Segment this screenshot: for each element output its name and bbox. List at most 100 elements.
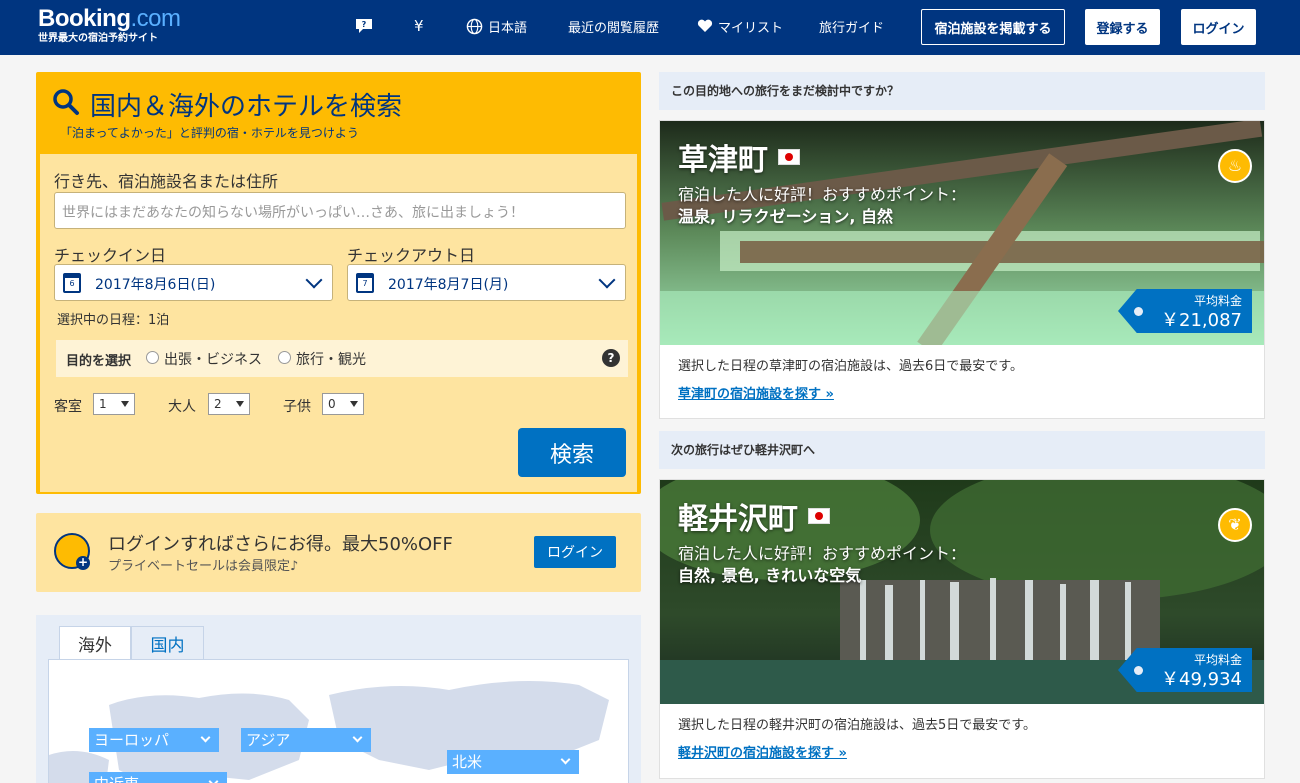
- chevron-down-icon: [352, 732, 363, 743]
- chevron-down-icon: [305, 271, 323, 289]
- region-europe[interactable]: ヨーロッパ: [89, 728, 219, 752]
- region-middle-east[interactable]: 中近東: [89, 772, 227, 783]
- purpose-business-radio[interactable]: [146, 351, 159, 364]
- card-recommend-points: 自然, 景色, きれいな空気: [678, 566, 862, 585]
- purpose-business-label[interactable]: 出張・ビジネス: [164, 349, 262, 369]
- price-value: ￥21,087: [1161, 310, 1242, 331]
- nights-summary: 選択中の日程：1泊: [57, 313, 170, 328]
- search-button[interactable]: 検索: [518, 428, 626, 477]
- region-europe-label: ヨーロッパ: [94, 731, 170, 749]
- calendar-icon: 6: [63, 273, 81, 293]
- destination-placeholder: 世界にはまだあなたの知らない場所がいっぱい…さあ、旅に出ましょう！: [62, 205, 524, 221]
- checkout-date-value: 2017年8月7日(月): [388, 277, 509, 293]
- language-selector[interactable]: 日本語: [466, 16, 527, 36]
- rooms-label: 客室: [54, 399, 82, 415]
- login-promo-banner: ログインすればさらにお得。最大50%OFF プライベートセールは会員限定♪ ログ…: [36, 513, 641, 592]
- dropdown-arrow-icon: [121, 401, 129, 407]
- children-select[interactable]: 0: [322, 393, 364, 415]
- world-map: ヨーロッパ アジア 北米 中近東: [48, 659, 629, 783]
- hotel-search-panel: 国内＆海外のホテルを検索 「泊まってよかった」と評判の宿・ホテルを見つけよう 行…: [36, 72, 641, 494]
- nature-leaf-icon: ❦: [1218, 508, 1252, 542]
- promo-title: ログインすればさらにお得。最大50%OFF: [108, 534, 453, 555]
- globe-icon: [466, 18, 483, 34]
- card-city-name: 草津町: [678, 143, 768, 178]
- card-search-link[interactable]: 軽井沢町の宿泊施設を探す »: [678, 742, 847, 761]
- search-title: 国内＆海外のホテルを検索: [90, 92, 403, 122]
- purpose-label: 目的を選択: [66, 354, 132, 369]
- checkin-label: チェックイン日: [54, 246, 167, 265]
- language-label: 日本語: [488, 20, 528, 36]
- region-middle-east-label: 中近東: [94, 775, 139, 783]
- member-plus-icon: [54, 533, 90, 570]
- search-header: 国内＆海外のホテルを検索 「泊まってよかった」と評判の宿・ホテルを見つけよう: [38, 74, 639, 154]
- adults-label: 大人: [168, 399, 196, 415]
- tab-overseas[interactable]: 海外: [59, 626, 131, 660]
- list-property-button[interactable]: 宿泊施設を掲載する: [921, 9, 1065, 45]
- promo-subtitle: プライベートセールは会員限定♪: [108, 559, 299, 574]
- destination-map-panel: 海外 国内 ヨーロッパ アジア 北米 中近東: [36, 615, 641, 783]
- mylist-label: マイリスト: [718, 20, 784, 36]
- card-recommend-points: 温泉, リラクゼーション, 自然: [678, 207, 893, 226]
- region-asia[interactable]: アジア: [241, 728, 371, 752]
- checkout-label: チェックアウト日: [347, 246, 476, 265]
- rooms-select[interactable]: 1: [93, 393, 135, 415]
- currency-selector[interactable]: ¥: [414, 16, 424, 36]
- region-north-america[interactable]: 北米: [447, 750, 579, 774]
- next-trip-header: 次の旅行はぜひ軽井沢町へ: [659, 431, 1265, 469]
- help-chat-icon[interactable]: ?: [355, 16, 373, 36]
- dropdown-arrow-icon: [350, 401, 358, 407]
- purpose-leisure-radio[interactable]: [278, 351, 291, 364]
- travel-guide-link[interactable]: 旅行ガイド: [819, 16, 884, 36]
- search-subtitle: 「泊まってよかった」と評判の宿・ホテルを見つけよう: [60, 126, 359, 140]
- tab-domestic[interactable]: 国内: [131, 626, 204, 660]
- destination-label: 行き先、宿泊施設名または住所: [54, 172, 279, 191]
- region-north-america-label: 北米: [452, 753, 483, 771]
- logo-tagline: 世界最大の宿泊予約サイト: [38, 33, 158, 44]
- price-value: ￥49,934: [1161, 669, 1242, 690]
- region-asia-label: アジア: [246, 731, 291, 749]
- card-recommend-intro: 宿泊した人に好評！おすすめポイント：: [678, 185, 967, 204]
- children-label: 子供: [283, 399, 311, 415]
- purpose-leisure-label[interactable]: 旅行・観光: [296, 349, 366, 369]
- card-description: 選択した日程の草津町の宿泊施設は、過去6日で最安です。: [678, 359, 1023, 374]
- chevron-down-icon: [208, 776, 219, 783]
- average-price-tag: 平均料金 ￥49,934: [1118, 648, 1252, 692]
- rooms-value: 1: [99, 397, 107, 411]
- card-search-link[interactable]: 草津町の宿泊施設を探す »: [678, 383, 834, 402]
- japan-flag-icon: [808, 508, 830, 524]
- logo-main-text: Booking: [38, 5, 131, 32]
- hot-spring-icon: ♨: [1218, 149, 1252, 183]
- children-value: 0: [328, 397, 336, 411]
- top-header: Booking.com 世界最大の宿泊予約サイト ? ¥ 日本語 最近の閲覧履歴…: [0, 0, 1300, 55]
- calendar-icon: 7: [356, 273, 374, 293]
- japan-flag-icon: [778, 149, 800, 165]
- chevron-down-icon: [560, 754, 571, 765]
- card-city-name: 軽井沢町: [678, 502, 798, 537]
- card-description: 選択した日程の軽井沢町の宿泊施設は、過去5日で最安です。: [678, 718, 1036, 733]
- destination-card-karuizawa[interactable]: 軽井沢町 宿泊した人に好評！おすすめポイント： 自然, 景色, きれいな空気 ❦…: [659, 479, 1265, 779]
- purpose-selector: 目的を選択 出張・ビジネス 旅行・観光 ?: [56, 340, 628, 377]
- checkin-date-value: 2017年8月6日(日): [95, 277, 216, 293]
- register-button[interactable]: 登録する: [1085, 9, 1160, 45]
- promo-login-button[interactable]: ログイン: [534, 536, 616, 568]
- chevron-down-icon: [598, 271, 616, 289]
- search-icon: [53, 89, 79, 115]
- help-icon[interactable]: ?: [602, 349, 620, 367]
- svg-text:?: ?: [362, 20, 367, 29]
- heart-icon: [697, 19, 713, 32]
- average-price-tag: 平均料金 ￥21,087: [1118, 289, 1252, 333]
- mylist-link[interactable]: マイリスト: [697, 16, 783, 36]
- checkin-date-picker[interactable]: 6 2017年8月6日(日): [54, 264, 333, 301]
- booking-logo[interactable]: Booking.com 世界最大の宿泊予約サイト: [38, 6, 181, 45]
- login-button[interactable]: ログイン: [1181, 9, 1256, 45]
- dropdown-arrow-icon: [236, 401, 244, 407]
- destination-input[interactable]: 世界にはまだあなたの知らない場所がいっぱい…さあ、旅に出ましょう！: [54, 192, 626, 229]
- adults-select[interactable]: 2: [208, 393, 250, 415]
- destination-card-kusatsu[interactable]: 草津町 宿泊した人に好評！おすすめポイント： 温泉, リラクゼーション, 自然 …: [659, 120, 1265, 419]
- search-form: 行き先、宿泊施設名または住所 世界にはまだあなたの知らない場所がいっぱい…さあ、…: [40, 154, 637, 492]
- recent-history-link[interactable]: 最近の閲覧履歴: [568, 16, 659, 36]
- logo-dot-text: .com: [130, 5, 182, 32]
- checkout-date-picker[interactable]: 7 2017年8月7日(月): [347, 264, 626, 301]
- adults-value: 2: [214, 397, 222, 411]
- card-recommend-intro: 宿泊した人に好評！おすすめポイント：: [678, 544, 967, 563]
